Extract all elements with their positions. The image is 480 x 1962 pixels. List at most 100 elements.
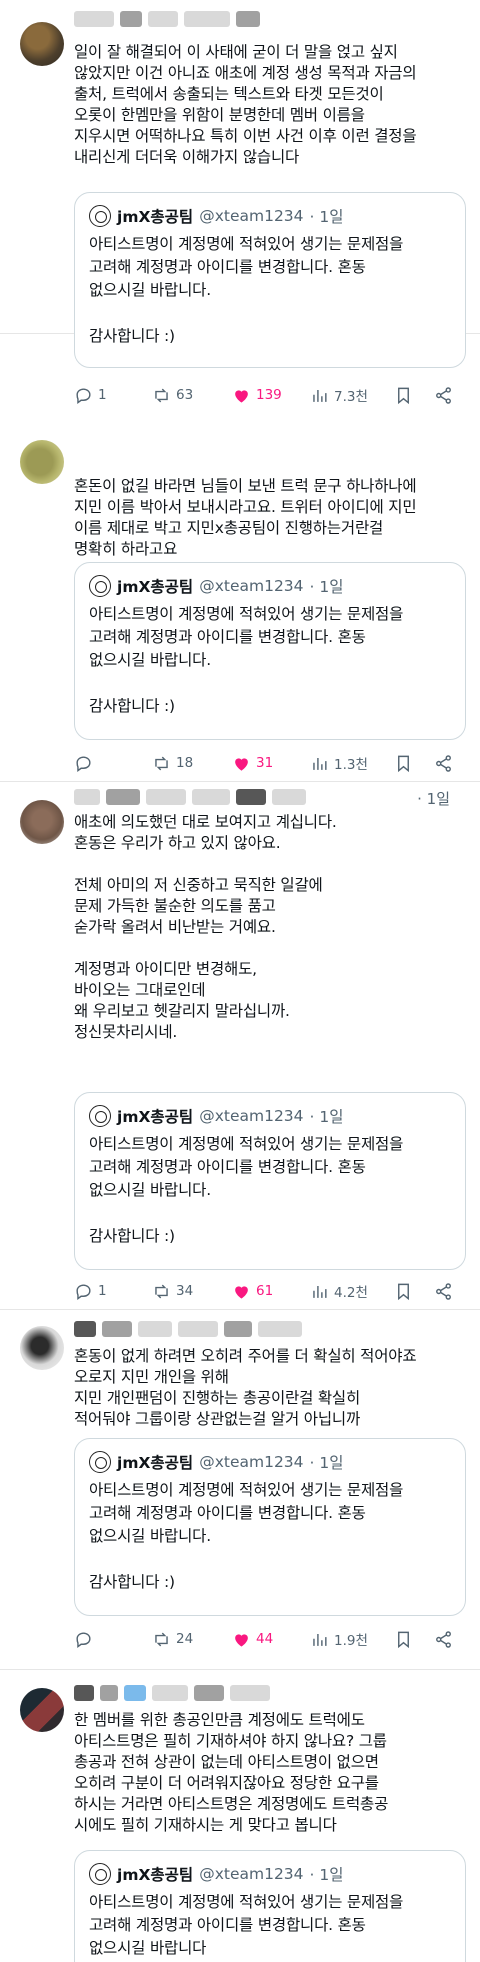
retweet-count: 24: [176, 1631, 194, 1647]
views-count: 1.9천: [334, 1633, 368, 1649]
bookmark-icon: [398, 1631, 409, 1648]
reply-button[interactable]: 1: [74, 384, 107, 406]
quoted-date: · 1일: [309, 1866, 344, 1884]
avatar[interactable]: [20, 800, 64, 844]
quoted-avatar-icon: [89, 205, 111, 227]
avatar[interactable]: [20, 1688, 64, 1732]
quoted-tweet-header: jmX총공팀 @xteam1234 · 1일: [89, 205, 344, 227]
quoted-author-handle: @xteam1234: [199, 1107, 304, 1125]
share-button[interactable]: [434, 1280, 453, 1302]
tweet-text: 애초에 의도했던 대로 보여지고 계십니다. 혼동은 우리가 하고 있지 않아요…: [74, 813, 337, 1041]
avatar[interactable]: [20, 22, 64, 66]
like-count: 139: [256, 387, 282, 403]
bookmark-button[interactable]: [394, 1280, 413, 1302]
quoted-date: · 1일: [309, 1108, 344, 1126]
quoted-date: · 1일: [309, 1454, 344, 1472]
views-button[interactable]: 1.9천: [310, 1628, 368, 1650]
retweet-icon: [155, 388, 168, 402]
quoted-author-name: jmX총공팀: [117, 1866, 194, 1884]
share-button[interactable]: [434, 1628, 453, 1650]
quoted-tweet[interactable]: jmX총공팀 @xteam1234 · 1일 아티스트명이 계정명에 적혀있어 …: [74, 1850, 466, 1962]
heart-filled-icon: [235, 1633, 248, 1647]
tweet[interactable]: 일이 잘 해결되어 이 사태에 굳이 더 말을 얹고 싶지 않았지만 이건 아니…: [0, 0, 480, 405]
retweet-icon: [155, 1284, 168, 1298]
redacted-author: [74, 1320, 302, 1338]
retweet-icon: [155, 1632, 168, 1646]
reply-count: 1: [98, 387, 107, 403]
retweet-button[interactable]: 18: [152, 752, 193, 774]
retweet-count: 63: [176, 387, 194, 403]
quoted-tweet[interactable]: jmX총공팀 @xteam1234 · 1일 아티스트명이 계정명에 적혀있어 …: [74, 1438, 466, 1616]
like-count: 44: [256, 1631, 274, 1647]
quoted-text: 아티스트명이 계정명에 적혀있어 생기는 문제점을 고려해 계정명과 아이디를 …: [89, 1481, 404, 1591]
share-icon: [436, 386, 451, 404]
quoted-author-name: jmX총공팀: [117, 208, 194, 226]
avatar[interactable]: [20, 440, 64, 484]
quoted-author-handle: @xteam1234: [199, 577, 304, 595]
reply-button[interactable]: 1: [74, 1280, 107, 1302]
quoted-avatar-icon: [89, 1451, 111, 1473]
like-button[interactable]: 139: [232, 384, 282, 406]
quoted-avatar-icon: [89, 1863, 111, 1885]
tweet[interactable]: 혼돈이 없길 바라면 님들이 보낸 트럭 문구 하나하나에 지민 이름 박아서 …: [0, 420, 480, 782]
quoted-tweet-header: jmX총공팀 @xteam1234 · 1일: [89, 575, 344, 597]
bookmark-icon: [398, 1283, 409, 1300]
quoted-tweet[interactable]: jmX총공팀 @xteam1234 · 1일 아티스트명이 계정명에 적혀있어 …: [74, 562, 466, 740]
views-button[interactable]: 7.3천: [310, 384, 368, 406]
retweet-count: 18: [176, 755, 194, 771]
reply-icon: [76, 1283, 91, 1300]
reply-icon: [76, 387, 91, 404]
quoted-date: · 1일: [309, 578, 344, 596]
share-button[interactable]: [434, 752, 453, 774]
tweet[interactable]: 혼동이 없게 하려면 오히려 주어를 더 확실히 적어야죠 오로지 지민 개인을…: [0, 1310, 480, 1670]
quoted-text: 아티스트명이 계정명에 적혀있어 생기는 문제점을 고려해 계정명과 아이디를 …: [89, 605, 404, 715]
quoted-tweet-header: jmX총공팀 @xteam1234 · 1일: [89, 1863, 344, 1885]
bookmark-button[interactable]: [394, 752, 413, 774]
quoted-author-handle: @xteam1234: [199, 207, 304, 225]
quoted-text: 아티스트명이 계정명에 적혀있어 생기는 문제점을 고려해 계정명과 아이디를 …: [89, 235, 404, 345]
redacted-author: [74, 10, 260, 28]
views-button[interactable]: 4.2천: [310, 1280, 368, 1302]
views-icon: [313, 757, 327, 770]
tweet[interactable]: · 1일 애초에 의도했던 대로 보여지고 계십니다. 혼동은 우리가 하고 있…: [0, 782, 480, 1310]
bookmark-button[interactable]: [394, 384, 413, 406]
redacted-author: [74, 788, 306, 806]
reply-button[interactable]: [74, 1628, 98, 1650]
bookmark-icon: [398, 387, 409, 404]
retweet-button[interactable]: 24: [152, 1628, 193, 1650]
redacted-author: [74, 1684, 270, 1702]
quoted-tweet-header: jmX총공팀 @xteam1234 · 1일: [89, 1105, 344, 1127]
action-bar: 1 63 139 7.3천: [74, 384, 460, 406]
views-button[interactable]: 1.3천: [310, 752, 368, 774]
share-icon: [436, 1282, 451, 1300]
retweet-count: 34: [176, 1283, 194, 1299]
retweet-button[interactable]: 63: [152, 384, 193, 406]
reply-count: 1: [98, 1283, 107, 1299]
tweet[interactable]: 한 멤버를 위한 총공인만큼 계정에도 트럭에도 아티스트명은 필히 기재하셔야…: [0, 1670, 480, 1962]
heart-filled-icon: [235, 757, 248, 771]
views-count: 4.2천: [334, 1285, 368, 1301]
like-count: 31: [256, 755, 274, 771]
heart-filled-icon: [235, 1285, 248, 1299]
views-icon: [313, 389, 327, 402]
retweet-button[interactable]: 34: [152, 1280, 193, 1302]
reply-button[interactable]: [74, 752, 98, 774]
quoted-avatar-icon: [89, 575, 111, 597]
quoted-tweet[interactable]: jmX총공팀 @xteam1234 · 1일 아티스트명이 계정명에 적혀있어 …: [74, 192, 466, 368]
like-count: 61: [256, 1283, 274, 1299]
share-button[interactable]: [434, 384, 453, 406]
like-button[interactable]: 31: [232, 752, 273, 774]
tweet-text: 혼돈이 없길 바라면 님들이 보낸 트럭 문구 하나하나에 지민 이름 박아서 …: [74, 477, 417, 558]
avatar[interactable]: [20, 1326, 64, 1370]
quoted-tweet-header: jmX총공팀 @xteam1234 · 1일: [89, 1451, 344, 1473]
views-icon: [313, 1633, 327, 1646]
retweet-icon: [155, 756, 168, 770]
reply-icon: [76, 1631, 91, 1648]
tweet-text: 한 멤버를 위한 총공인만큼 계정에도 트럭에도 아티스트명은 필히 기재하셔야…: [74, 1711, 389, 1834]
bookmark-button[interactable]: [394, 1628, 413, 1650]
like-button[interactable]: 44: [232, 1628, 273, 1650]
quoted-author-name: jmX총공팀: [117, 578, 194, 596]
share-icon: [436, 754, 451, 772]
quoted-tweet[interactable]: jmX총공팀 @xteam1234 · 1일 아티스트명이 계정명에 적혀있어 …: [74, 1092, 466, 1270]
like-button[interactable]: 61: [232, 1280, 273, 1302]
